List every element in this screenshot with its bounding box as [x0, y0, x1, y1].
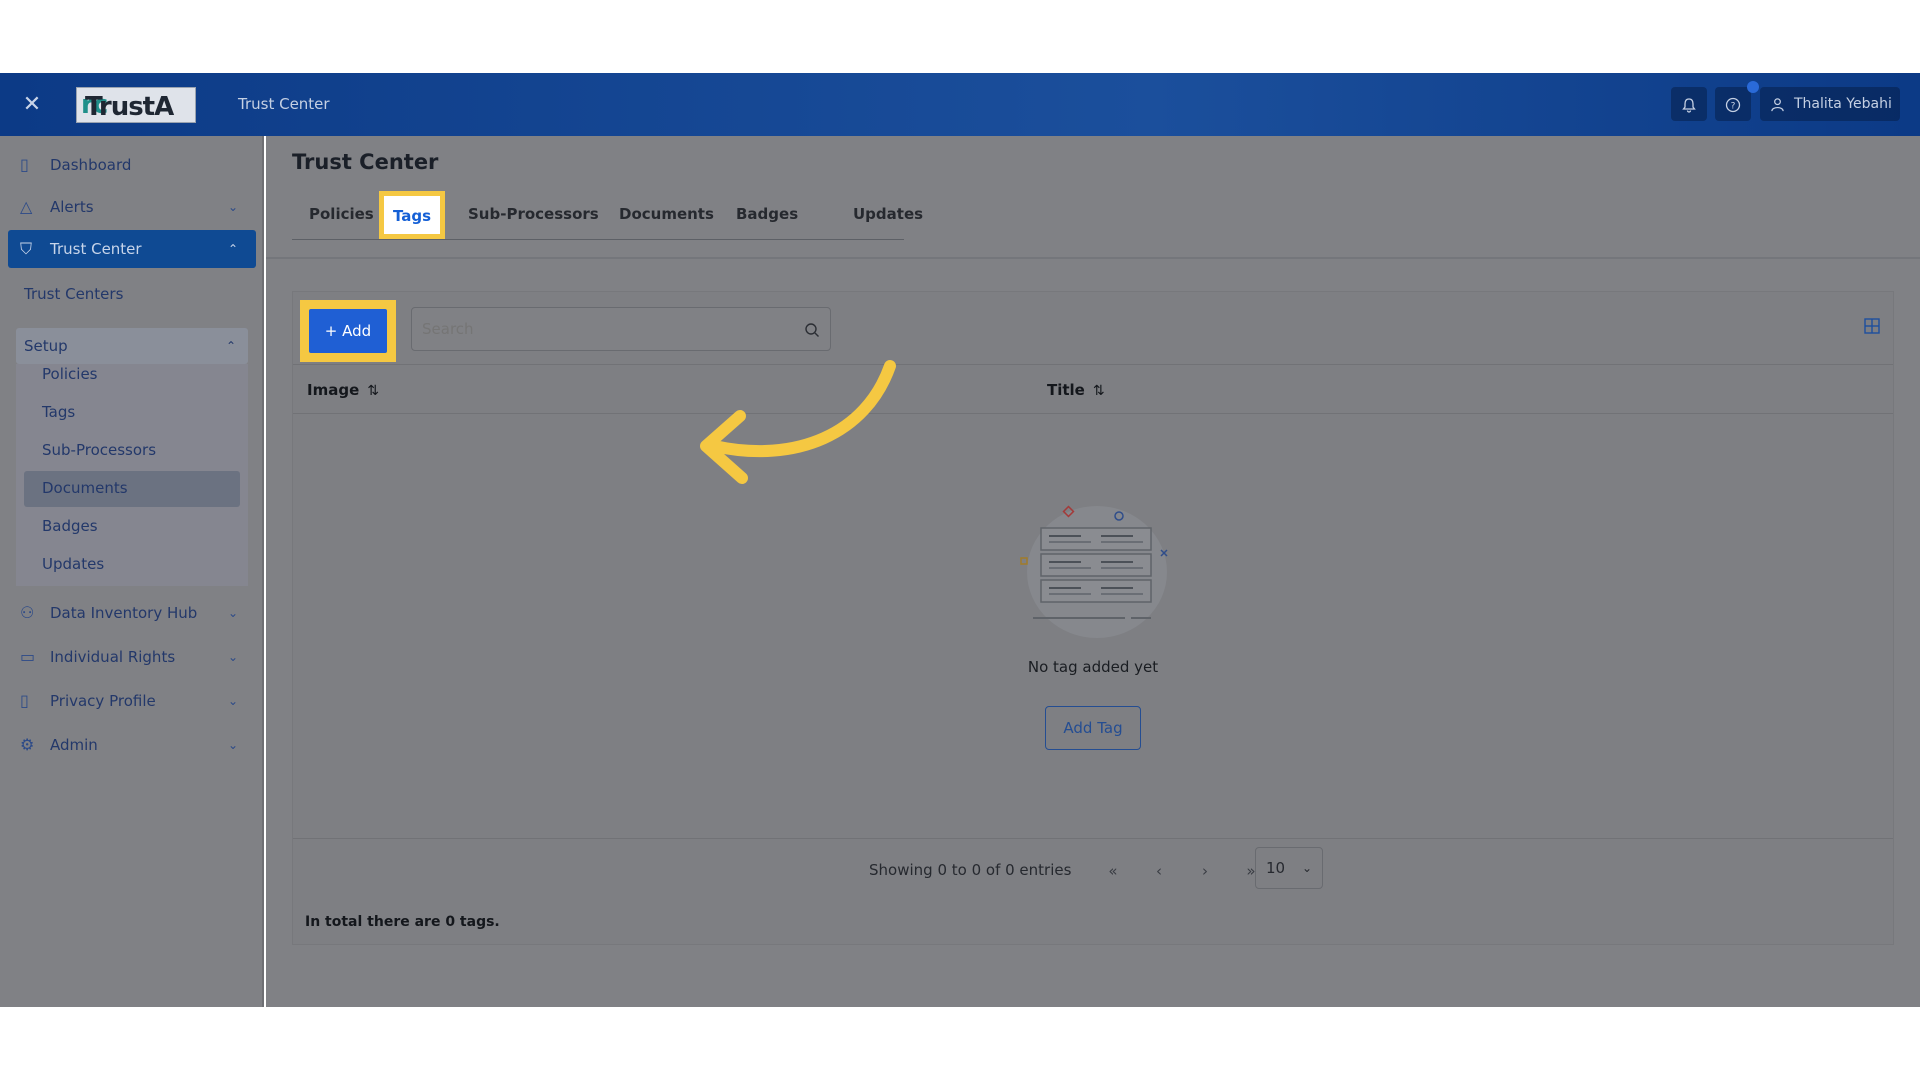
chevron-down-icon: ⌄ — [227, 606, 238, 620]
sort-icon: ⇅ — [1092, 383, 1105, 399]
sidebar-item-alerts[interactable]: △ Alerts ⌄ — [8, 188, 256, 226]
close-icon[interactable]: ✕ — [18, 91, 46, 119]
document-shield-icon: ▯ — [20, 691, 29, 710]
sidebar-item-tags[interactable]: Tags — [42, 395, 75, 429]
gear-icon: ⚙ — [20, 735, 35, 754]
top-bar: ✕ TrustA rc Trust Center ? Thalita Yebahi — [0, 73, 1920, 136]
sidebar-item-label: Privacy Profile — [50, 692, 156, 710]
sidebar-item-label: Individual Rights — [50, 648, 176, 666]
help-icon[interactable]: ? — [1715, 87, 1751, 121]
sidebar-item-documents[interactable]: Documents — [42, 471, 128, 505]
user-menu-button[interactable]: Thalita Yebahi — [1760, 87, 1900, 121]
chevron-down-icon: ⌄ — [227, 694, 238, 708]
tags-table-card: + Add Image⇅ Title⇅ — [292, 291, 1894, 945]
chevron-down-icon: ⌄ — [227, 650, 238, 664]
sidebar-item-label: Data Inventory Hub — [50, 604, 198, 622]
tab-sub-processors[interactable]: Sub-Processors — [468, 188, 599, 240]
next-page-icon[interactable]: › — [1191, 857, 1219, 885]
sidebar-item-dashboard[interactable]: ▯ Dashboard — [8, 146, 256, 184]
sidebar-item-admin[interactable]: ⚙ Admin ⌄ — [8, 726, 256, 764]
previous-page-icon[interactable]: ‹ — [1145, 857, 1173, 885]
column-header-image[interactable]: Image ⇅ — [307, 365, 379, 415]
sidebar-item-trust-center[interactable]: ⛉ Trust Center ⌃ — [8, 230, 256, 268]
bell-icon[interactable] — [1671, 87, 1707, 121]
table-header: Image ⇅ Title ⇅ — [293, 364, 1893, 414]
tab-updates[interactable]: Updates — [853, 188, 923, 240]
chevron-down-icon: ⌄ — [1301, 861, 1312, 875]
plus-icon: + — [324, 322, 343, 340]
entries-count-text: Showing 0 to 0 of 0 entries — [869, 861, 1072, 879]
chevron-up-icon: ⌃ — [225, 339, 236, 353]
sidebar-item-trust-centers[interactable]: Trust Centers — [24, 277, 123, 311]
sidebar-item-label: Setup — [24, 337, 68, 355]
column-header-title[interactable]: Title ⇅ — [1047, 365, 1105, 415]
grid-view-icon[interactable] — [1861, 318, 1883, 340]
sidebar-item-updates[interactable]: Updates — [42, 547, 104, 581]
id-card-icon: ▭ — [20, 647, 36, 666]
page-size-select[interactable]: 10 ⌄ — [1255, 847, 1323, 889]
sidebar-item-privacy-profile[interactable]: ▯ Privacy Profile ⌄ — [8, 682, 256, 720]
svg-text:?: ? — [1731, 101, 1736, 111]
sidebar-item-sub-processors[interactable]: Sub-Processors — [42, 433, 156, 467]
sidebar-item-policies[interactable]: Policies — [42, 357, 97, 391]
add-tag-button[interactable]: Add Tag — [1045, 706, 1141, 750]
sidebar-item-badges[interactable]: Badges — [42, 509, 98, 543]
sidebar-item-individual-rights[interactable]: ▭ Individual Rights ⌄ — [8, 638, 256, 676]
user-name: Thalita Yebahi — [1794, 96, 1892, 112]
pagination: Showing 0 to 0 of 0 entries « ‹ › » 10 ⌄ — [293, 838, 1893, 898]
empty-state-illustration-icon — [1020, 505, 1168, 638]
sidebar-item-label: Alerts — [50, 198, 94, 216]
add-button-highlight: + Add — [300, 300, 396, 362]
tab-documents[interactable]: Documents — [619, 188, 714, 240]
dashboard-icon: ▯ — [20, 155, 29, 174]
tab-tags[interactable]: Tags — [379, 191, 445, 239]
notification-dot — [1747, 81, 1759, 93]
user-icon — [1770, 87, 1785, 121]
add-button[interactable]: + Add — [309, 309, 387, 353]
sort-icon: ⇅ — [367, 383, 379, 399]
divider — [266, 257, 1920, 259]
tab-bar: Policies Tags Sub-Processors Documents B… — [292, 188, 923, 240]
tab-badges[interactable]: Badges — [736, 188, 798, 240]
first-page-icon[interactable]: « — [1099, 857, 1127, 885]
chevron-down-icon: ⌄ — [227, 738, 238, 752]
sidebar-item-label: Trust Center — [50, 240, 142, 258]
bell-icon: △ — [20, 197, 33, 216]
sidebar-item-label: Dashboard — [50, 156, 132, 174]
app-name: Trust Center — [238, 95, 330, 113]
search-field[interactable] — [411, 307, 831, 351]
tab-policies[interactable]: Policies — [309, 188, 374, 240]
search-input[interactable] — [422, 320, 782, 338]
chevron-down-icon: ⌄ — [227, 200, 238, 214]
logo-text: TrustA rc — [81, 90, 174, 122]
sidebar-item-data-inventory-hub[interactable]: ⚇ Data Inventory Hub ⌄ — [8, 594, 256, 632]
sidebar: ▯ Dashboard △ Alerts ⌄ ⛉ Trust Center ⌃ … — [0, 136, 264, 1007]
search-icon — [804, 308, 820, 350]
shield-icon: ⛉ — [20, 239, 33, 258]
sidebar-item-label: Admin — [50, 736, 98, 754]
trustarc-logo[interactable]: TrustA rc — [76, 87, 196, 123]
page-title: Trust Center — [292, 150, 439, 174]
main-content: Trust Center Policies Tags Sub-Processor… — [266, 136, 1920, 1007]
chevron-up-icon: ⌃ — [227, 242, 238, 256]
total-count-text: In total there are 0 tags. — [305, 914, 500, 930]
app-window: ✕ TrustA rc Trust Center ? Thalita Yebahi… — [0, 73, 1920, 1007]
empty-state-message: No tag added yet — [1027, 658, 1159, 676]
hierarchy-icon: ⚇ — [20, 603, 35, 622]
